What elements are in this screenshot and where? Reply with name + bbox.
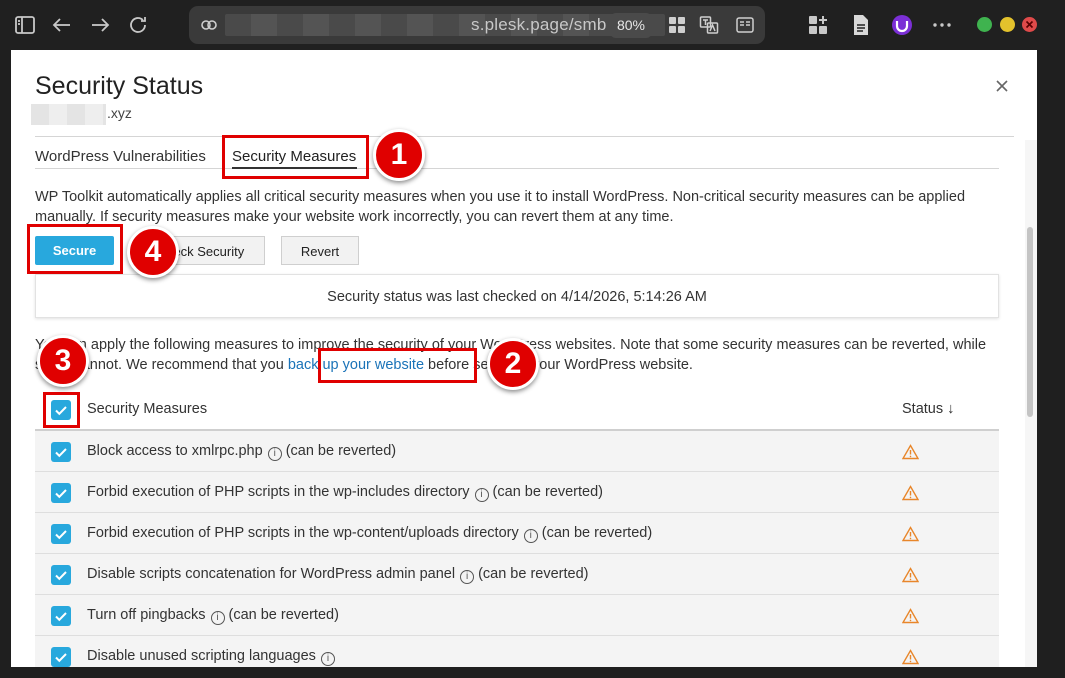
revert-note: (can be reverted) — [285, 443, 397, 459]
measure-name: Forbid execution of PHP scripts in the w… — [87, 525, 519, 541]
url-text: s.plesk.page/smb — [471, 15, 607, 34]
zoom-badge[interactable]: 80% — [610, 13, 652, 38]
minimize-icon[interactable] — [977, 17, 992, 32]
warning-icon — [902, 608, 919, 624]
header-divider — [35, 136, 1014, 137]
measure-name: Disable scripts concatenation for WordPr… — [87, 566, 456, 582]
more-menu-icon[interactable] — [930, 13, 954, 37]
info-icon[interactable]: i — [210, 611, 225, 625]
measure-name: Forbid execution of PHP scripts in the w… — [87, 484, 470, 500]
close-dialog-icon[interactable] — [992, 76, 1012, 96]
column-header-status[interactable]: Status ↓ — [902, 401, 954, 417]
dialog-title: Security Status — [35, 72, 204, 100]
extension-purple-icon[interactable] — [890, 13, 914, 37]
measure-name: Disable unused scripting languages — [87, 648, 316, 664]
warning-icon — [902, 649, 919, 665]
address-bar[interactable]: s.plesk.page/smb 80% — [189, 6, 765, 44]
row-checkbox[interactable] — [51, 442, 71, 462]
row-checkbox[interactable] — [51, 647, 71, 667]
forward-icon[interactable] — [88, 13, 112, 37]
sidebar-toggle-icon[interactable] — [13, 13, 37, 37]
row-checkbox[interactable] — [51, 483, 71, 503]
intro-text: WP Toolkit automatically applies all cri… — [35, 189, 966, 225]
measure-name: Block access to xmlrpc.php — [87, 443, 263, 459]
table-row: Forbid execution of PHP scripts in the w… — [35, 472, 999, 513]
annotation-badge-1: 1 — [373, 129, 425, 181]
document-icon[interactable] — [848, 13, 872, 37]
tab-wordpress-vulnerabilities[interactable]: WordPress Vulnerabilities — [35, 148, 206, 165]
revert-note: (can be reverted) — [541, 525, 653, 541]
extensions-icon[interactable] — [806, 13, 830, 37]
annotation-box-select-all — [43, 392, 80, 428]
domain-suffix: .xyz — [107, 105, 132, 121]
annotation-box-secure-button — [27, 224, 123, 274]
info-icon[interactable]: i — [267, 447, 282, 461]
apps-icon[interactable] — [667, 15, 687, 35]
row-label: Disable unused scripting languages i — [87, 648, 339, 666]
close-window-icon[interactable] — [1022, 17, 1037, 32]
table-row: Disable unused scripting languages i — [35, 636, 999, 667]
annotation-badge-3: 3 — [37, 335, 89, 387]
table-row: Block access to xmlrpc.php i (can be rever… — [35, 431, 999, 472]
translate-icon[interactable] — [699, 15, 719, 35]
table-row: Disable scripts concatenation for WordPr… — [35, 554, 999, 595]
annotation-box-security-measures-tab — [222, 135, 369, 179]
revert-note: (can be reverted) — [492, 484, 603, 500]
back-icon[interactable] — [50, 13, 74, 37]
row-checkbox[interactable] — [51, 524, 71, 544]
tabs-divider — [35, 168, 999, 169]
maximize-icon[interactable] — [1000, 17, 1015, 32]
table-row: Forbid execution of PHP scripts in the w… — [35, 513, 999, 554]
scrollbar-thumb[interactable] — [1027, 227, 1033, 417]
info-icon[interactable]: i — [460, 570, 475, 584]
table-header: Security Measures Status ↓ — [35, 389, 999, 431]
column-header-measures[interactable]: Security Measures — [87, 401, 207, 417]
row-label: Turn off pingbacks i (can be reverted) — [87, 607, 339, 625]
row-label: Forbid execution of PHP scripts in the w… — [87, 484, 603, 502]
row-label: Block access to xmlrpc.php i (can be rever… — [87, 443, 396, 461]
annotation-badge-2: 2 — [487, 338, 539, 390]
security-measures-table: Security Measures Status ↓ Block access … — [35, 389, 999, 667]
domain-redacted — [31, 104, 106, 125]
row-label: Forbid execution of PHP scripts in the w… — [87, 525, 652, 543]
revert-note: (can be reverted) — [478, 566, 589, 582]
warning-icon — [902, 567, 919, 583]
reload-icon[interactable] — [126, 13, 150, 37]
info-icon[interactable]: i — [320, 652, 335, 666]
row-checkbox[interactable] — [51, 565, 71, 585]
row-label: Disable scripts concatenation for WordPr… — [87, 566, 588, 584]
info-icon[interactable]: i — [523, 529, 538, 543]
warning-icon — [902, 444, 919, 460]
annotation-box-backup-link — [318, 348, 477, 383]
table-row: Turn off pingbacks i (can be reverted) — [35, 595, 999, 636]
last-checked-status: Security status was last checked on 4/14… — [35, 274, 999, 318]
row-checkbox[interactable] — [51, 606, 71, 626]
revert-note: (can be reverted) — [228, 607, 339, 623]
measure-name: Turn off pingbacks — [87, 607, 206, 623]
revert-button[interactable]: Revert — [281, 236, 359, 265]
annotation-badge-4: 4 — [127, 226, 179, 278]
warning-icon — [902, 526, 919, 542]
reader-mode-icon[interactable] — [735, 15, 755, 35]
info-icon[interactable]: i — [474, 488, 489, 502]
warning-icon — [902, 485, 919, 501]
browser-toolbar: s.plesk.page/smb 80% — [0, 0, 1065, 50]
site-info-icon[interactable] — [199, 15, 219, 35]
